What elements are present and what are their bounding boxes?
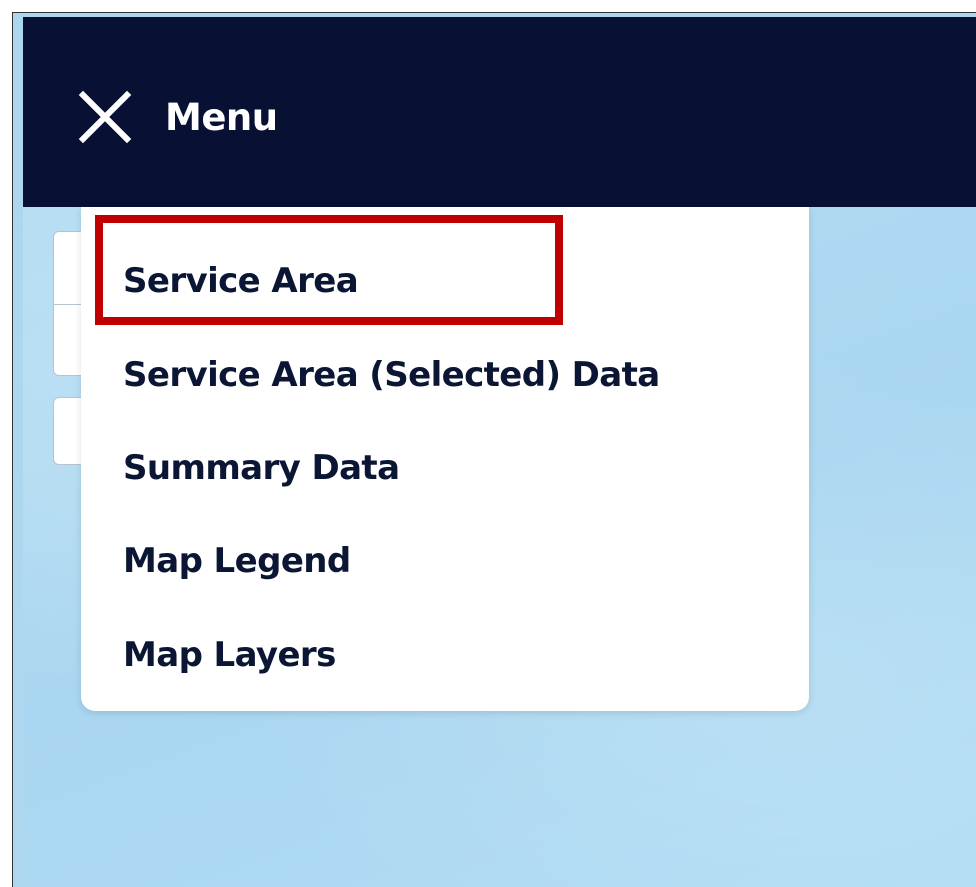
screenshot-frame: Menu Service Area Service Area (Selected… xyxy=(0,0,976,887)
menu-label: Menu xyxy=(165,95,278,139)
menu-item-service-area[interactable]: Service Area xyxy=(123,251,789,311)
menu-item-summary-data[interactable]: Summary Data xyxy=(123,438,789,498)
close-icon xyxy=(78,90,132,144)
menu-item-service-area-selected-data[interactable]: Service Area (Selected) Data xyxy=(123,345,789,405)
top-header: Menu xyxy=(23,17,976,207)
menu-toggle-button[interactable]: Menu xyxy=(77,81,278,153)
app-screen: Menu Service Area Service Area (Selected… xyxy=(12,12,976,887)
menu-item-map-legend[interactable]: Map Legend xyxy=(123,531,789,591)
menu-dropdown-panel: Service Area Service Area (Selected) Dat… xyxy=(81,207,809,711)
menu-item-map-layers[interactable]: Map Layers xyxy=(123,625,789,685)
